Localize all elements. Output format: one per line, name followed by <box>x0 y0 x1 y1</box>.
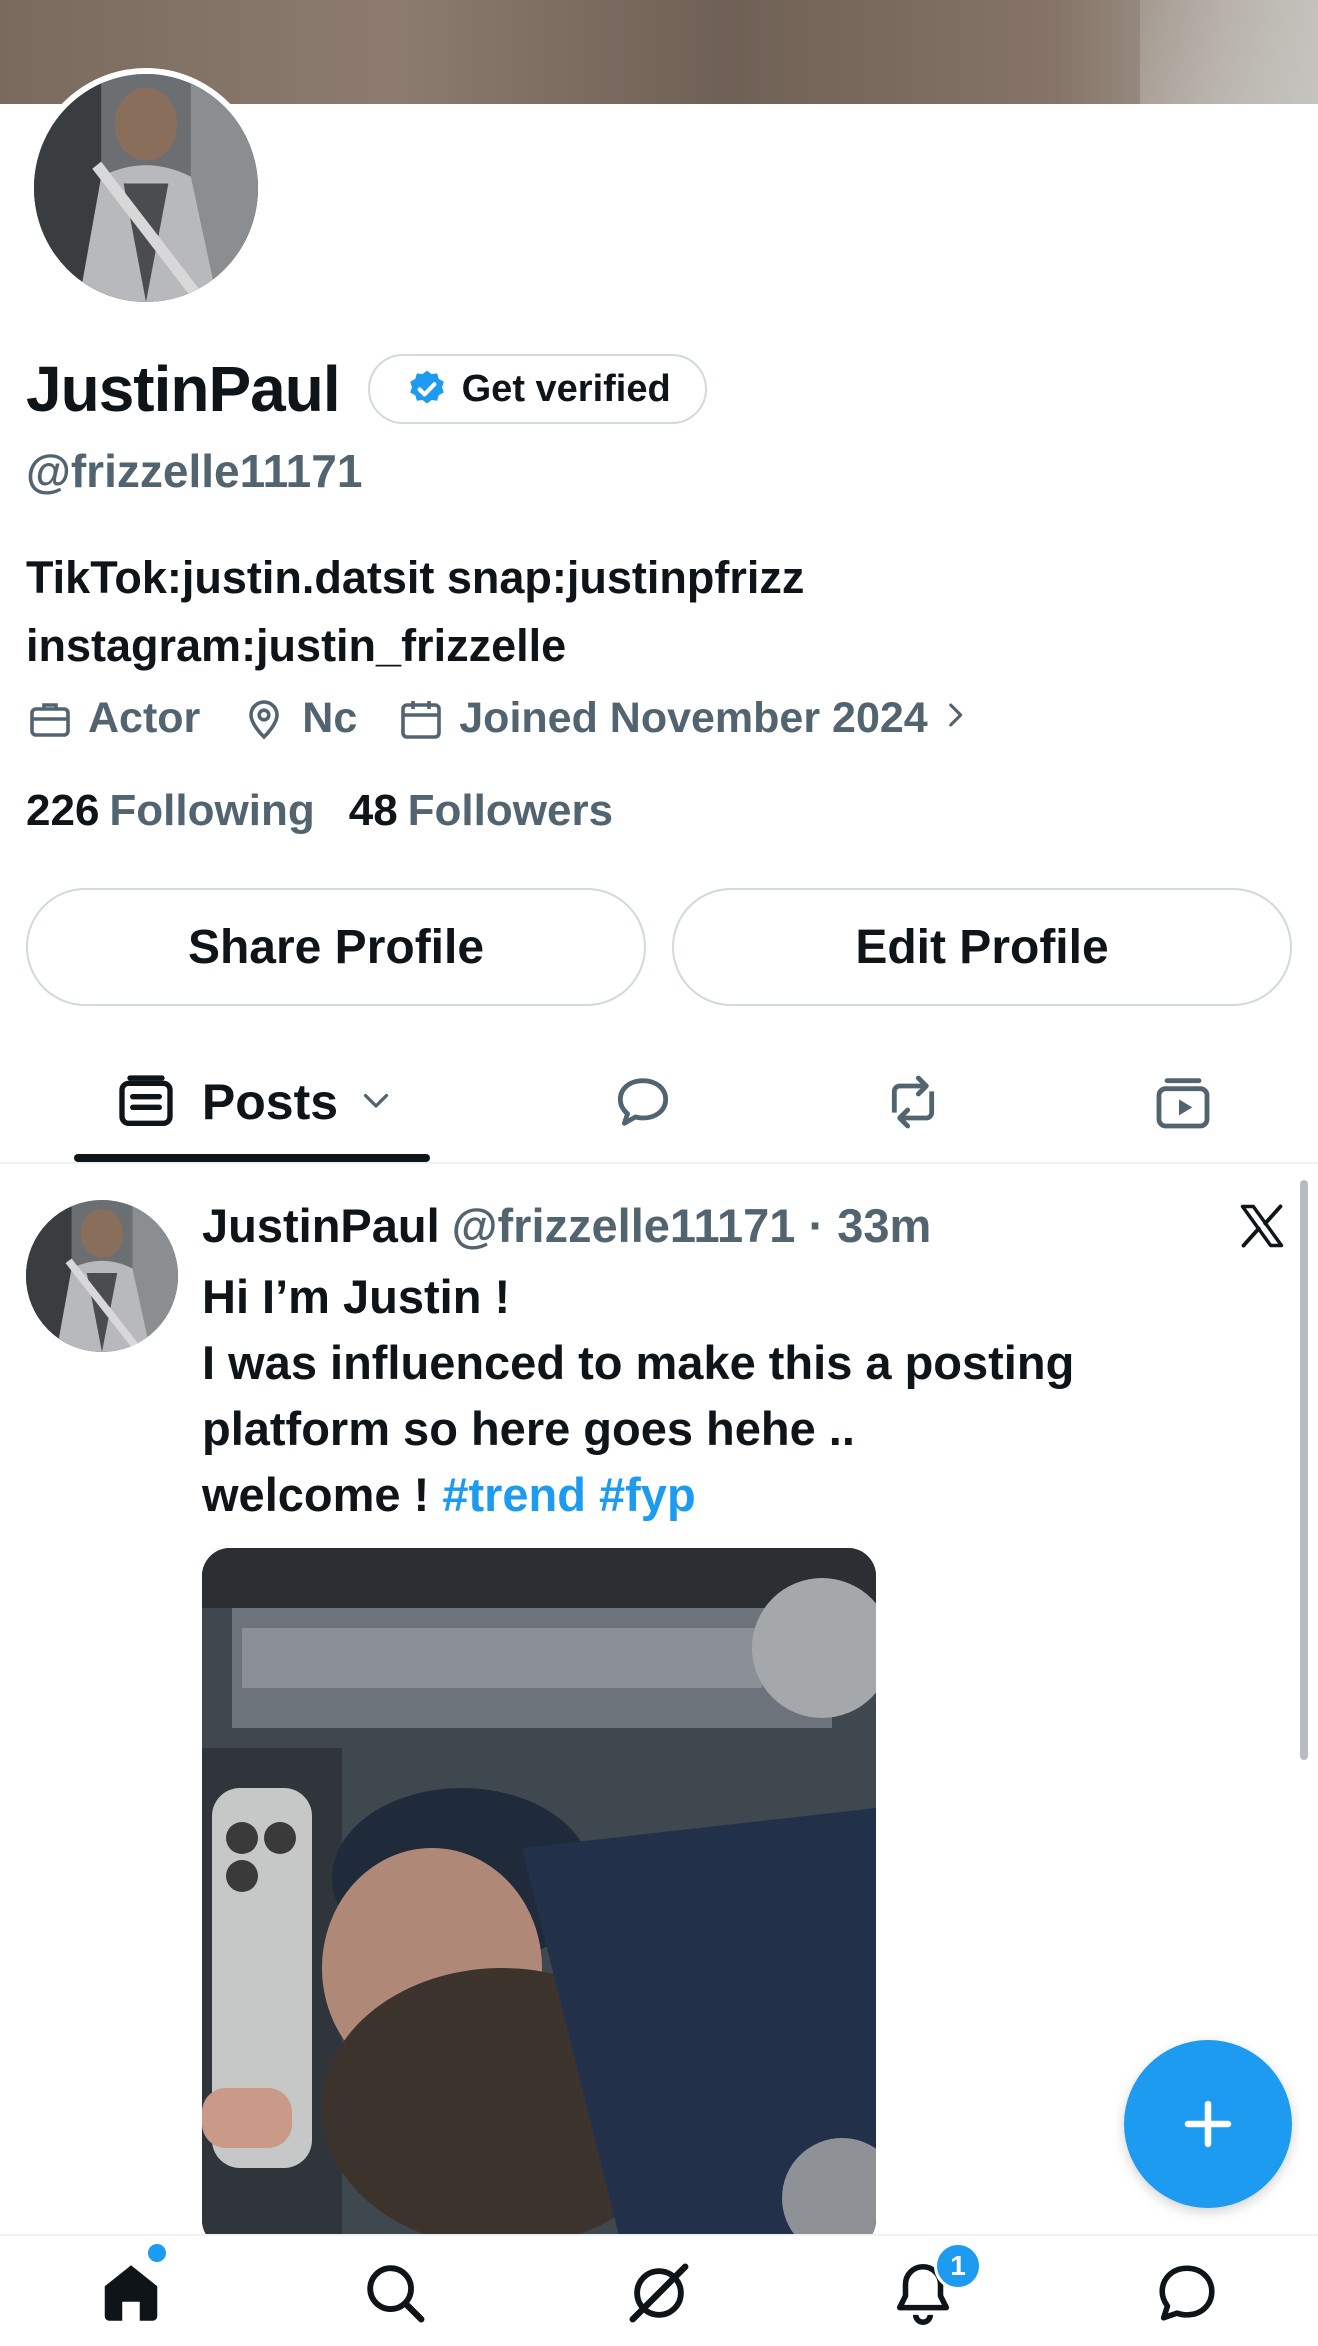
post-text-line: I was influenced to make this a posting <box>202 1336 1075 1389</box>
avatar-photo <box>26 1200 178 1352</box>
share-profile-button[interactable]: Share Profile <box>26 888 646 1006</box>
tab-replies[interactable] <box>600 1040 686 1164</box>
profile-tabs: Posts <box>0 1040 1318 1164</box>
bio-line: instagram:justin_frizzelle <box>26 620 567 671</box>
verified-badge-icon <box>409 370 444 404</box>
separator-dot: · <box>808 1199 825 1252</box>
profile-meta: Actor Nc Joined November 2024 <box>26 694 1026 743</box>
following-label[interactable]: Following <box>109 786 314 836</box>
search-icon <box>367 2265 425 2323</box>
posts-icon <box>119 1075 173 1126</box>
following-count[interactable]: 226 <box>26 786 99 836</box>
display-name: JustinPaul <box>26 353 341 425</box>
profile-handle: @frizzelle11171 <box>26 445 363 497</box>
edit-profile-button[interactable]: Edit Profile <box>672 888 1292 1006</box>
get-verified-label: Get verified <box>461 367 671 410</box>
post-photo <box>202 1548 876 2248</box>
profile-avatar[interactable] <box>28 68 264 308</box>
location-text: Nc <box>302 694 358 742</box>
hashtag-link[interactable]: #fyp <box>599 1468 696 1521</box>
bio-line: TikTok:justin.datsit snap:justinpfrizz <box>26 552 805 603</box>
post-header: JustinPaul @frizzelle11171 · 33m <box>202 1198 931 1253</box>
follow-stats: 226 Following 48 Followers <box>26 786 647 836</box>
post-text-line: Hi I’m Justin ! <box>202 1270 511 1323</box>
replies-icon <box>617 1078 669 1126</box>
scrollbar[interactable] <box>1300 1180 1308 1760</box>
nav-grok[interactable] <box>624 2258 694 2328</box>
post-item[interactable]: JustinPaul @frizzelle11171 · 33m Hi I’m J… <box>0 1166 1318 2248</box>
active-tab-indicator <box>74 1154 430 1162</box>
post-author-handle[interactable]: @frizzelle11171 <box>452 1199 796 1252</box>
plus-icon <box>1184 2100 1232 2148</box>
nav-search[interactable] <box>360 2258 430 2328</box>
profile-bio: TikTok:justin.datsit snap:justinpfrizz i… <box>26 544 1226 680</box>
compose-post-button[interactable] <box>1124 2040 1292 2208</box>
tab-posts[interactable]: Posts <box>74 1040 434 1164</box>
messages-icon <box>1159 2265 1215 2321</box>
post-avatar[interactable] <box>26 1200 178 1352</box>
location-pin-icon <box>249 699 280 739</box>
occupation-text: Actor <box>88 694 201 742</box>
hashtag-link[interactable]: #trend <box>442 1468 586 1521</box>
avatar-photo <box>34 74 258 302</box>
tab-reposts[interactable] <box>870 1040 956 1164</box>
occupation: Actor <box>26 694 200 743</box>
post-body: Hi I’m Justin ! I was influenced to make… <box>202 1264 1242 1528</box>
location: Nc <box>240 694 357 743</box>
media-icon <box>1156 1078 1210 1129</box>
tab-posts-label: Posts <box>201 1074 339 1130</box>
x-logo-icon <box>1240 1204 1284 1248</box>
post-timestamp: 33m <box>837 1199 932 1252</box>
joined-text: Joined November 2024 <box>459 694 928 742</box>
followers-label[interactable]: Followers <box>408 786 613 836</box>
calendar-icon <box>401 700 442 739</box>
home-unread-dot <box>148 2244 166 2262</box>
followers-count[interactable]: 48 <box>349 786 398 836</box>
post-text-line: platform so here goes hehe .. <box>202 1402 855 1455</box>
post-text: welcome ! <box>202 1468 443 1521</box>
chevron-down-icon <box>358 1082 394 1123</box>
briefcase-icon <box>30 702 70 737</box>
post-text-line: welcome ! #trend #fyp <box>202 1462 1242 1528</box>
joined-date[interactable]: Joined November 2024 <box>397 694 985 743</box>
get-verified-button[interactable]: Get verified <box>367 354 707 424</box>
post-image[interactable] <box>202 1548 876 2248</box>
post-author-name[interactable]: JustinPaul <box>202 1199 440 1252</box>
notification-count-badge: 1 <box>934 2242 982 2290</box>
chevron-right-icon <box>928 694 986 743</box>
bottom-navigation: 1 <box>0 2234 1318 2346</box>
tab-media[interactable] <box>1140 1040 1226 1164</box>
grok-icon <box>629 2263 689 2323</box>
reposts-icon <box>891 1075 935 1129</box>
name-row: JustinPaul Get verified <box>26 352 707 426</box>
nav-home[interactable] <box>96 2258 166 2328</box>
nav-messages[interactable] <box>1152 2258 1222 2328</box>
home-icon <box>104 2265 158 2321</box>
